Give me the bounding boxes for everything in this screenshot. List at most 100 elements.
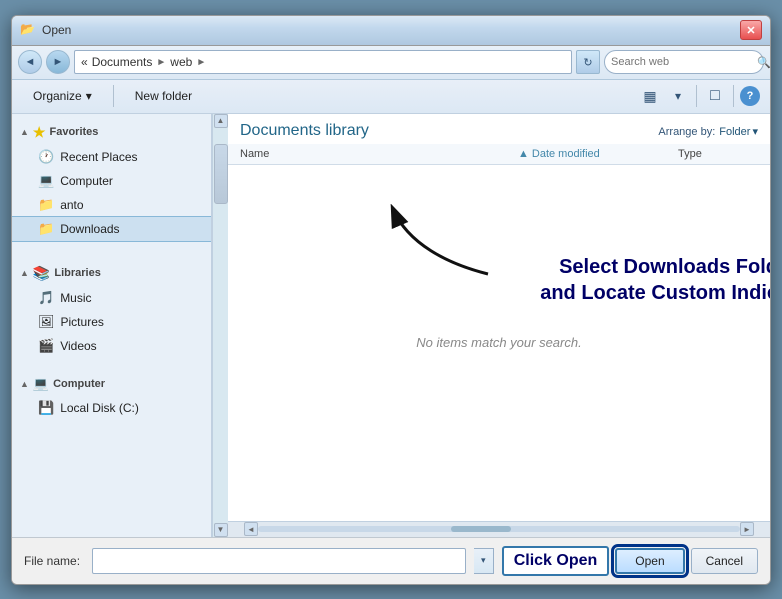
- music-icon: 🎵: [38, 290, 54, 306]
- column-headers: Name ▲ Date modified Type: [228, 144, 770, 165]
- refresh-button[interactable]: ↻: [576, 50, 600, 74]
- videos-icon: 🎬: [38, 338, 54, 354]
- hscroll-track[interactable]: [258, 526, 740, 532]
- address-path[interactable]: « Documents ► web ►: [74, 50, 572, 74]
- scroll-up-btn[interactable]: ▲: [214, 114, 228, 128]
- organize-label: Organize: [33, 89, 82, 103]
- sidebar-item-computer-fav[interactable]: 💻 Computer: [12, 169, 211, 193]
- hscroll-left-btn[interactable]: ◄: [244, 522, 258, 536]
- chevron-libraries: ▲: [20, 268, 29, 278]
- scroll-down-btn[interactable]: ▼: [214, 523, 228, 537]
- close-button[interactable]: ✕: [740, 20, 762, 40]
- sidebar-label-favorites: Favorites: [49, 126, 98, 138]
- sidebar-header-libraries[interactable]: ▲ 📚 Libraries: [12, 261, 211, 286]
- view-button[interactable]: ▦: [638, 84, 662, 108]
- pictures-icon: 🖼: [38, 314, 55, 330]
- dialog-icon: 📂: [20, 22, 36, 38]
- path-arrow-2: ►: [196, 57, 206, 68]
- path-part-1: «: [81, 55, 88, 69]
- sidebar-header-computer[interactable]: ▲ 💻 Computer: [12, 372, 211, 396]
- col-date[interactable]: ▲ Date modified: [518, 148, 678, 160]
- sort-arrow: ▲: [518, 148, 529, 160]
- local-disk-icon: 💾: [38, 400, 54, 416]
- sidebar-item-pictures[interactable]: 🖼 Pictures: [12, 310, 211, 334]
- anto-icon: 📁: [38, 197, 54, 213]
- downloads-icon: 📁: [38, 221, 54, 237]
- toolbar-sep-3: [733, 85, 734, 107]
- hscroll-right-btn[interactable]: ►: [740, 522, 754, 536]
- arrange-arrow: ▾: [752, 125, 758, 138]
- empty-message: No items match your search.: [416, 335, 581, 350]
- chevron-favorites: ▲: [20, 127, 29, 137]
- organize-button[interactable]: Organize ▾: [22, 83, 103, 109]
- horizontal-scrollbar[interactable]: ◄ ►: [228, 521, 770, 537]
- pictures-label: Pictures: [61, 315, 104, 329]
- address-bar: ◄ ► « Documents ► web ► ↻ 🔍: [12, 46, 770, 80]
- library-title: Documents library: [240, 122, 369, 140]
- computer-fav-label: Computer: [60, 174, 113, 188]
- arrange-by-label: Arrange by:: [658, 126, 715, 138]
- search-icon: 🔍: [757, 56, 771, 69]
- path-web: web: [170, 55, 192, 69]
- sidebar-item-videos[interactable]: 🎬 Videos: [12, 334, 211, 358]
- anto-label: anto: [60, 198, 83, 212]
- sidebar-section-computer: ▲ 💻 Computer 💾 Local Disk (C:): [12, 372, 211, 420]
- sidebar-label-libraries: Libraries: [54, 267, 100, 279]
- sidebar-item-local-disk[interactable]: 💾 Local Disk (C:): [12, 396, 211, 420]
- path-arrow-1: ►: [156, 57, 166, 68]
- arrange-value[interactable]: Folder ▾: [719, 125, 758, 138]
- toolbar-sep-2: [696, 85, 697, 107]
- help-button[interactable]: ?: [740, 86, 760, 106]
- sidebar: ▲ ★ Favorites 🕐 Recent Places 💻 Computer…: [12, 114, 212, 537]
- downloads-label: Downloads: [60, 222, 119, 236]
- footer: File name: ▾ Click Open Open Cancel: [12, 537, 770, 584]
- dialog-title: Open: [42, 23, 740, 37]
- organize-arrow: ▾: [86, 89, 92, 103]
- arrange-controls: Arrange by: Folder ▾: [658, 125, 758, 138]
- hscroll-thumb[interactable]: [451, 526, 511, 532]
- path-documents: Documents: [92, 55, 153, 69]
- sidebar-item-anto[interactable]: 📁 anto: [12, 193, 211, 217]
- filename-dropdown-btn[interactable]: ▾: [474, 548, 494, 574]
- sidebar-item-downloads[interactable]: 📁 Downloads: [12, 217, 211, 241]
- sidebar-section-favorites: ▲ ★ Favorites 🕐 Recent Places 💻 Computer…: [12, 120, 211, 241]
- sidebar-label-computer: Computer: [53, 378, 105, 390]
- col-type: Type: [678, 148, 758, 160]
- cancel-button[interactable]: Cancel: [691, 548, 758, 574]
- new-folder-button[interactable]: New folder: [124, 83, 203, 109]
- sidebar-section-libraries: ▲ 📚 Libraries 🎵 Music 🖼 Pictures 🎬: [12, 261, 211, 358]
- main-area: ▲ ★ Favorites 🕐 Recent Places 💻 Computer…: [12, 114, 770, 537]
- click-open-label: Click Open: [502, 546, 610, 576]
- content-body: No items match your search.: [228, 165, 770, 521]
- toolbar-right: ▦ ▾ □ ?: [638, 84, 760, 108]
- search-input[interactable]: [611, 56, 753, 68]
- scroll-thumb[interactable]: [214, 144, 228, 204]
- file-name-label: File name:: [24, 554, 80, 568]
- search-box[interactable]: 🔍: [604, 50, 764, 74]
- sidebar-item-music[interactable]: 🎵 Music: [12, 286, 211, 310]
- view-arrow-button[interactable]: ▾: [666, 84, 690, 108]
- open-dialog: 📂 Open ✕ ◄ ► « Documents ► web ► ↻ 🔍 Org…: [11, 15, 771, 585]
- recent-places-label: Recent Places: [60, 150, 137, 164]
- music-label: Music: [60, 291, 91, 305]
- computer-fav-icon: 💻: [38, 173, 54, 189]
- footer-buttons: Click Open Open Cancel: [502, 546, 758, 576]
- sidebar-header-favorites[interactable]: ▲ ★ Favorites: [12, 120, 211, 145]
- back-button[interactable]: ◄: [18, 50, 42, 74]
- toolbar: Organize ▾ New folder ▦ ▾ □ ?: [12, 80, 770, 114]
- favorites-star-icon: ★: [33, 124, 46, 141]
- sidebar-scrollbar[interactable]: ▲ ▼: [212, 114, 228, 537]
- layout-button[interactable]: □: [703, 84, 727, 108]
- local-disk-label: Local Disk (C:): [60, 401, 139, 415]
- file-name-input[interactable]: [92, 548, 466, 574]
- title-bar: 📂 Open ✕: [12, 16, 770, 46]
- videos-label: Videos: [60, 339, 96, 353]
- libraries-icon: 📚: [33, 265, 50, 282]
- col-name: Name: [240, 148, 518, 160]
- open-button[interactable]: Open: [615, 548, 684, 574]
- computer-icon: 💻: [33, 376, 49, 392]
- toolbar-separator: [113, 85, 114, 107]
- forward-button[interactable]: ►: [46, 50, 70, 74]
- chevron-computer: ▲: [20, 379, 29, 389]
- sidebar-item-recent-places[interactable]: 🕐 Recent Places: [12, 145, 211, 169]
